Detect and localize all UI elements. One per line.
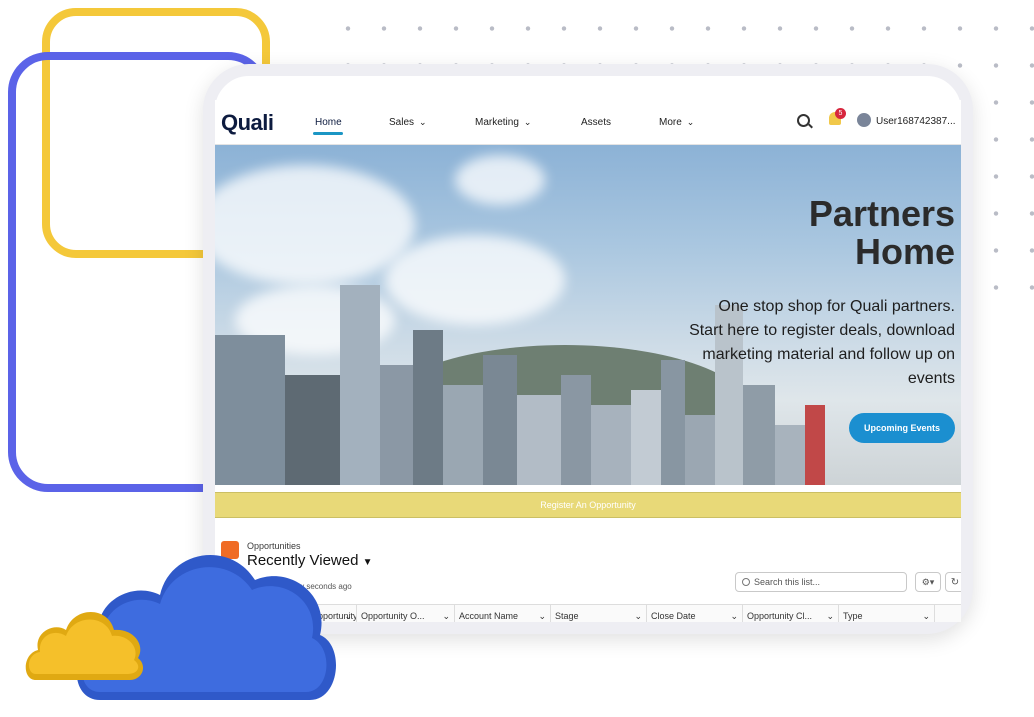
nav-label: Home bbox=[315, 117, 342, 128]
hero-text-line: Start here to register deals, download bbox=[689, 322, 955, 339]
sky-cloud bbox=[215, 165, 415, 285]
active-tab-indicator bbox=[313, 132, 343, 135]
chevron-down-icon: ⌄ bbox=[686, 117, 695, 127]
user-menu[interactable]: User168742387... bbox=[876, 116, 956, 127]
chevron-down-icon: ⌄ bbox=[419, 117, 427, 127]
column-label: Close Date bbox=[651, 611, 696, 621]
nav-label: Marketing bbox=[475, 117, 519, 128]
hero-title: Partners Home bbox=[809, 195, 955, 271]
column-header[interactable]: Stage ⌄ bbox=[551, 605, 647, 622]
search-list-input[interactable]: Search this list... bbox=[735, 572, 907, 592]
building bbox=[285, 375, 340, 485]
refresh-button[interactable]: ↻ bbox=[945, 572, 961, 592]
nav-item-home[interactable]: Home bbox=[315, 117, 342, 128]
building bbox=[775, 425, 805, 485]
column-header[interactable]: Opportunity Cl... ⌄ bbox=[743, 605, 839, 622]
hero-description: One stop shop for Quali partners. Start … bbox=[625, 295, 955, 391]
column-header[interactable]: Close Date ⌄ bbox=[647, 605, 743, 622]
nav-item-sales[interactable]: Sales ⌄ bbox=[389, 117, 427, 128]
notification-badge: 5 bbox=[835, 108, 846, 119]
nav-label: More bbox=[659, 117, 682, 128]
building bbox=[685, 415, 715, 485]
top-nav: Quali Home Sales ⌄ Marketing ⌄ Assets More… bbox=[215, 100, 961, 145]
building bbox=[443, 385, 483, 485]
quali-logo[interactable]: Quali bbox=[221, 110, 274, 136]
refresh-icon: ↻ bbox=[950, 577, 960, 588]
chevron-down-icon[interactable]: ⌄ bbox=[826, 605, 834, 622]
building bbox=[215, 335, 285, 485]
chevron-down-icon[interactable]: ⌄ bbox=[442, 605, 450, 622]
building bbox=[631, 390, 661, 485]
building bbox=[561, 375, 591, 485]
nav-item-marketing[interactable]: Marketing ⌄ bbox=[475, 117, 531, 128]
caret-down-icon: ▼ bbox=[362, 557, 373, 568]
chevron-down-icon[interactable]: ⌄ bbox=[344, 605, 352, 622]
chevron-down-icon: ⌄ bbox=[523, 117, 532, 127]
chevron-down-icon[interactable]: ⌄ bbox=[922, 605, 930, 622]
column-label: Stage bbox=[555, 611, 579, 621]
column-header[interactable]: Type ⌄ bbox=[839, 605, 935, 622]
upcoming-events-button[interactable]: Upcoming Events bbox=[849, 413, 955, 443]
hero-text-line: events bbox=[907, 370, 955, 387]
sky-cloud bbox=[455, 155, 545, 205]
chevron-down-icon[interactable]: ⌄ bbox=[538, 605, 546, 622]
building bbox=[483, 355, 517, 485]
hero-banner: Partners Home One stop shop for Quali pa… bbox=[215, 145, 961, 485]
yellow-cloud-decoration bbox=[25, 612, 144, 680]
logo-text: Quali bbox=[221, 110, 274, 135]
column-label: Account Name bbox=[459, 611, 519, 621]
list-settings-button[interactable]: ⚙▾ bbox=[915, 572, 941, 592]
hero-title-line: Partners bbox=[808, 193, 955, 234]
gear-icon: ⚙▾ bbox=[921, 577, 935, 587]
column-header[interactable]: Opportunity O... ⌄ bbox=[357, 605, 455, 622]
chevron-down-icon[interactable]: ⌄ bbox=[730, 605, 738, 622]
column-label: Opportunity Cl... bbox=[747, 611, 813, 621]
nav-label: Assets bbox=[581, 117, 612, 128]
nav-item-assets[interactable]: Assets bbox=[581, 117, 611, 128]
building bbox=[413, 330, 443, 485]
building bbox=[340, 285, 380, 485]
column-label: Opportunity O... bbox=[361, 611, 425, 621]
building bbox=[517, 395, 561, 485]
nav-label: Sales bbox=[389, 117, 415, 128]
search-icon[interactable] bbox=[797, 114, 810, 127]
nav-item-more[interactable]: More ⌄ bbox=[659, 117, 694, 128]
hero-text-line: One stop shop for Quali partners. bbox=[718, 298, 955, 315]
search-placeholder: Search this list... bbox=[754, 577, 821, 587]
building bbox=[591, 405, 631, 485]
chevron-down-icon[interactable]: ⌄ bbox=[634, 605, 642, 622]
building bbox=[805, 405, 825, 485]
hero-title-line: Home bbox=[854, 231, 955, 272]
search-icon bbox=[742, 578, 750, 586]
hero-text-line: marketing material and follow up on bbox=[702, 346, 955, 363]
building bbox=[743, 385, 775, 485]
column-header[interactable]: Account Name ⌄ bbox=[455, 605, 551, 622]
column-label: Type bbox=[843, 611, 863, 621]
avatar[interactable] bbox=[857, 113, 871, 127]
